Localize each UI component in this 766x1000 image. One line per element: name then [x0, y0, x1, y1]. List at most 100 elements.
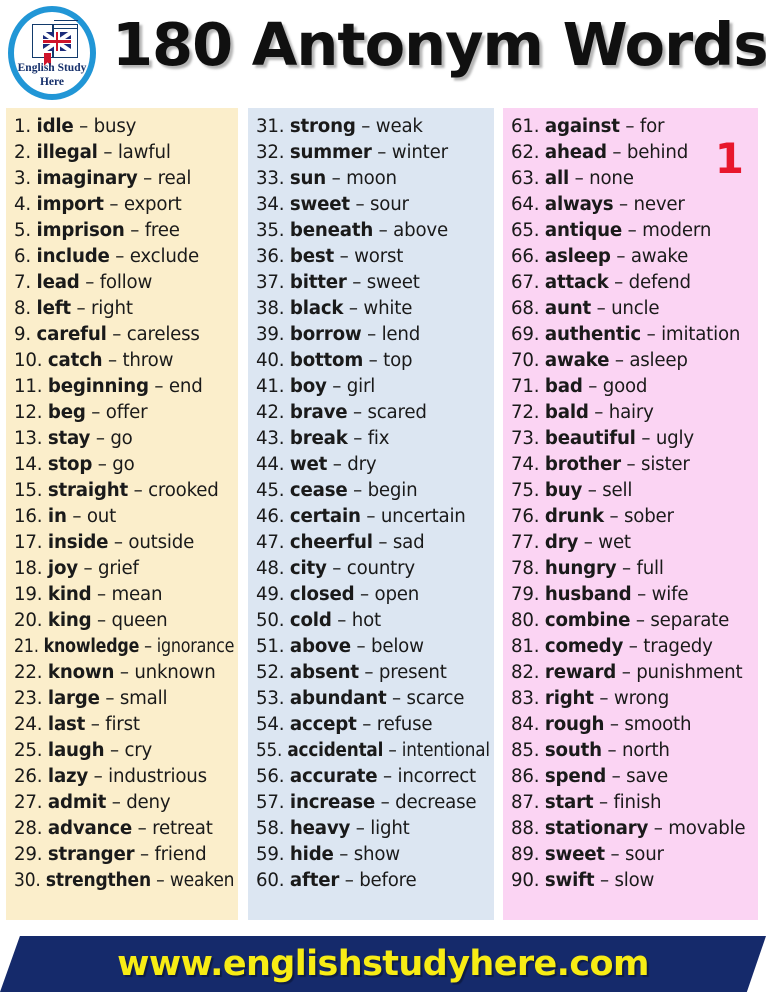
entry-number: 55. — [256, 740, 283, 761]
entry-antonym: crooked — [148, 480, 219, 501]
entry-word: cease — [289, 480, 348, 501]
entry-dash: – — [641, 428, 651, 449]
entry-number: 3. — [14, 168, 31, 189]
entry-word: absent — [289, 662, 359, 683]
entry-dash: – — [72, 506, 82, 527]
entry-number: 21. — [14, 636, 39, 657]
antonym-entry: 67. attack – defend — [511, 270, 754, 296]
entry-word: knowledge — [43, 636, 140, 657]
footer-website-url[interactable]: www.englishstudyhere.com — [0, 936, 766, 992]
entry-antonym: begin — [367, 480, 418, 501]
entry-antonym: defend — [628, 272, 691, 293]
entry-word: last — [47, 714, 86, 735]
entry-dash: – — [348, 298, 358, 319]
entry-word: brave — [289, 402, 348, 423]
entry-antonym: winter — [391, 142, 448, 163]
entry-antonym: cry — [124, 740, 153, 761]
entry-dash: – — [361, 116, 371, 137]
entry-dash: – — [627, 220, 637, 241]
entry-dash: – — [614, 272, 624, 293]
entry-antonym: asleep — [629, 350, 688, 371]
antonym-entry: 70. awake – asleep — [511, 348, 754, 374]
entry-dash: – — [113, 532, 123, 553]
entry-antonym: outside — [128, 532, 195, 553]
entry-number: 37. — [256, 272, 285, 293]
entry-dash: – — [635, 610, 645, 631]
entry-word: stationary — [544, 818, 649, 839]
entry-dash: – — [353, 480, 362, 501]
antonym-entry: 44. wet – dry — [256, 452, 490, 478]
entry-word: against — [544, 116, 620, 137]
entry-word: spend — [544, 766, 607, 787]
book-icon — [32, 20, 78, 66]
entry-word: attack — [544, 272, 609, 293]
entry-word: joy — [47, 558, 78, 579]
entry-word: cheerful — [289, 532, 373, 553]
entry-dash: – — [83, 558, 93, 579]
entry-dash: – — [377, 142, 387, 163]
entry-dash: – — [360, 584, 369, 605]
antonym-entry: 38. black – white — [256, 296, 490, 322]
entry-dash: – — [352, 272, 362, 293]
entry-word: best — [289, 246, 334, 267]
antonym-entry: 23. large – small — [14, 686, 234, 712]
entry-number: 27. — [14, 792, 43, 813]
entry-word: large — [47, 688, 100, 709]
antonym-entry: 78. hungry – full — [511, 556, 754, 582]
entry-antonym: top — [383, 350, 413, 371]
antonym-entry: 49. closed – open — [256, 582, 490, 608]
entry-word: boy — [289, 376, 327, 397]
antonym-entry: 88. stationary – movable — [511, 816, 754, 842]
antonym-entry: 9. careful – careless — [14, 322, 234, 348]
antonym-entry: 10. catch – throw — [14, 348, 234, 374]
entry-antonym: sour — [370, 194, 409, 215]
entry-dash: – — [95, 428, 105, 449]
antonym-column-2: 31. strong – weak 32. summer – winter 33. … — [248, 108, 494, 920]
entry-dash: – — [154, 376, 164, 397]
antonym-entry: 6. include – exclude — [14, 244, 234, 270]
entry-word: city — [289, 558, 327, 579]
entry-number: 23. — [14, 688, 43, 709]
entry-word: beneath — [289, 220, 374, 241]
antonym-entry: 56. accurate – incorrect — [256, 764, 490, 790]
entry-antonym: country — [346, 558, 415, 579]
entry-antonym: wrong — [613, 688, 670, 709]
entry-dash: – — [599, 870, 609, 891]
entry-dash: – — [137, 818, 147, 839]
entry-dash: – — [625, 116, 635, 137]
entry-dash: – — [356, 636, 366, 657]
entry-antonym: north — [621, 740, 670, 761]
entry-antonym: white — [363, 298, 413, 319]
entry-antonym: incorrect — [397, 766, 476, 787]
entry-number: 42. — [256, 402, 285, 423]
entry-number: 17. — [14, 532, 43, 553]
antonym-entry: 64. always – never — [511, 192, 754, 218]
entry-dash: – — [583, 532, 593, 553]
entry-antonym: finish — [613, 792, 662, 813]
entry-word: sun — [289, 168, 327, 189]
entry-number: 63. — [511, 168, 540, 189]
entry-antonym: none — [589, 168, 634, 189]
entry-number: 38. — [256, 298, 285, 319]
antonym-entry: 5. imprison – free — [14, 218, 234, 244]
antonym-entry: 12. beg – offer — [14, 400, 234, 426]
page-header: English Study Here 180 Antonym Words — [0, 0, 766, 108]
antonym-entry: 32. summer – winter — [256, 140, 490, 166]
antonym-entry: 13. stay – go — [14, 426, 234, 452]
entry-dash: – — [339, 844, 349, 865]
antonym-entry: 14. stop – go — [14, 452, 234, 478]
entry-antonym: industrious — [108, 766, 207, 787]
entry-dash: – — [368, 350, 378, 371]
entry-antonym: exclude — [129, 246, 199, 267]
entry-number: 81. — [511, 636, 540, 657]
entry-word: antique — [544, 220, 622, 241]
entry-number: 90. — [511, 870, 540, 891]
logo-brand-line-1: English Study — [17, 62, 87, 74]
entry-dash: – — [598, 792, 608, 813]
entry-dash: – — [91, 402, 101, 423]
antonym-entry: 20. king – queen — [14, 608, 234, 634]
entry-word: cold — [289, 610, 332, 631]
entry-antonym: worst — [354, 246, 404, 267]
entry-dash: – — [382, 766, 392, 787]
entry-dash: – — [594, 402, 604, 423]
